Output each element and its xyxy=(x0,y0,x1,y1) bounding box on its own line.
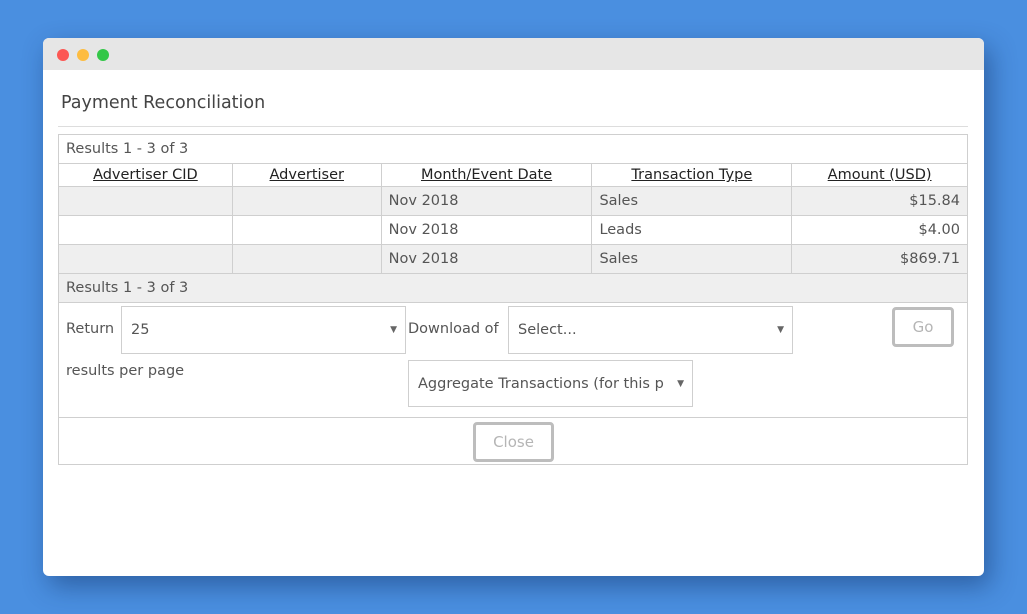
cell-transaction-type: Sales xyxy=(591,186,793,216)
sort-link-advertiser[interactable]: Advertiser xyxy=(270,167,344,183)
column-header-date[interactable]: Month/Event Date xyxy=(380,163,593,187)
dropdown-arrow-icon: ▼ xyxy=(777,325,784,335)
cell-date: Nov 2018 xyxy=(380,186,593,216)
column-header-transaction-type[interactable]: Transaction Type xyxy=(591,163,793,187)
controls-row: Return 25 ▼ results per page Download of… xyxy=(58,302,968,418)
cell-amount: $4.00 xyxy=(791,215,968,245)
cell-advertiser xyxy=(231,244,382,274)
per-page-select[interactable]: 25 ▼ xyxy=(121,306,406,354)
table-row: Nov 2018 Leads $4.00 xyxy=(58,215,968,245)
cell-amount: $15.84 xyxy=(791,186,968,216)
dropdown-arrow-icon: ▼ xyxy=(673,378,684,389)
minimize-window-icon[interactable] xyxy=(77,49,89,61)
download-scope-select[interactable]: Aggregate Transactions (for this p ▼ xyxy=(408,360,693,407)
sort-link-transaction-type[interactable]: Transaction Type xyxy=(631,167,752,183)
footer-row: Close xyxy=(58,417,968,465)
close-button[interactable]: Close xyxy=(473,422,554,462)
app-window: Payment Reconciliation Results 1 - 3 of … xyxy=(43,38,984,576)
results-count-bottom: Results 1 - 3 of 3 xyxy=(58,273,968,303)
per-page-value: 25 xyxy=(131,322,150,338)
dropdown-arrow-icon: ▼ xyxy=(390,325,397,335)
page-title: Payment Reconciliation xyxy=(61,93,266,113)
cell-advertiser-cid xyxy=(58,215,233,245)
sort-link-amount[interactable]: Amount (USD) xyxy=(828,167,932,183)
download-of-label: Download of xyxy=(408,321,499,337)
cell-advertiser-cid xyxy=(58,244,233,274)
controls-panel: Return 25 ▼ results per page Download of… xyxy=(59,303,967,417)
cell-amount: $869.71 xyxy=(791,244,968,274)
download-scope-value: Aggregate Transactions (for this p xyxy=(418,375,664,392)
column-header-amount[interactable]: Amount (USD) xyxy=(791,163,968,187)
table-header-row: Advertiser CID Advertiser Month/Event Da… xyxy=(58,163,968,187)
results-count-top: Results 1 - 3 of 3 xyxy=(58,134,968,164)
results-summary-top: Results 1 - 3 of 3 xyxy=(58,134,968,164)
sort-link-date[interactable]: Month/Event Date xyxy=(421,167,552,183)
download-format-value: Select... xyxy=(518,322,577,338)
transactions-table: Results 1 - 3 of 3 Advertiser CID Advert… xyxy=(58,134,968,465)
cell-transaction-type: Leads xyxy=(591,215,793,245)
sort-link-advertiser-cid[interactable]: Advertiser CID xyxy=(93,167,198,183)
cell-date: Nov 2018 xyxy=(380,244,593,274)
footer-cell: Close xyxy=(58,417,968,465)
cell-advertiser xyxy=(231,215,382,245)
cell-advertiser-cid xyxy=(58,186,233,216)
results-per-page-label: results per page xyxy=(66,363,185,379)
column-header-advertiser[interactable]: Advertiser xyxy=(231,163,382,187)
cell-advertiser xyxy=(231,186,382,216)
title-bar xyxy=(43,38,984,70)
close-window-icon[interactable] xyxy=(57,49,69,61)
table-row: Nov 2018 Sales $15.84 xyxy=(58,186,968,216)
maximize-window-icon[interactable] xyxy=(97,49,109,61)
table-row: Nov 2018 Sales $869.71 xyxy=(58,244,968,274)
download-format-select[interactable]: Select... ▼ xyxy=(508,306,793,354)
results-summary-bottom: Results 1 - 3 of 3 xyxy=(58,273,968,303)
cell-transaction-type: Sales xyxy=(591,244,793,274)
go-button[interactable]: Go xyxy=(892,307,954,347)
return-label: Return xyxy=(66,321,115,337)
title-divider xyxy=(58,126,968,127)
column-header-advertiser-cid[interactable]: Advertiser CID xyxy=(58,163,233,187)
dialog-content: Payment Reconciliation Results 1 - 3 of … xyxy=(58,70,968,465)
cell-date: Nov 2018 xyxy=(380,215,593,245)
